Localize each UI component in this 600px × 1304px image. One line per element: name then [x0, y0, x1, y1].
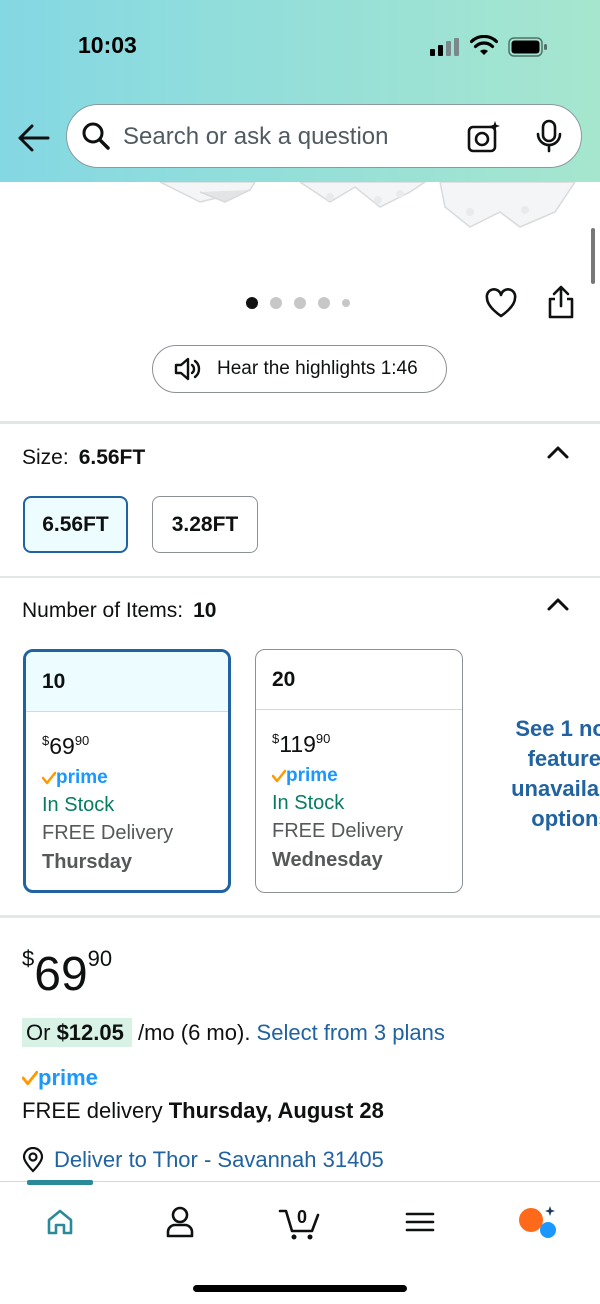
menu-icon [405, 1212, 435, 1232]
prime-badge: prime [22, 1064, 98, 1092]
delivery-info: FREE delivery Thursday, August 28 [22, 1098, 384, 1123]
nav-account[interactable] [158, 1202, 202, 1242]
option-price: $11990 [272, 731, 331, 757]
chevron-up-icon[interactable] [545, 442, 571, 462]
divider [0, 915, 600, 918]
size-label: Size: 6.56FT [22, 446, 146, 469]
stock-status: In Stock [272, 792, 345, 814]
wifi-icon [470, 35, 498, 55]
battery-icon [508, 37, 547, 57]
chevron-up-icon[interactable] [545, 594, 571, 614]
delivery-date: Thursday, August 28 [168, 1098, 384, 1123]
nav-rufus[interactable] [516, 1202, 560, 1242]
pagination-dot[interactable] [246, 297, 258, 309]
items-option-10[interactable]: 10 $6990 prime In Stock FREE Delivery Th… [23, 649, 231, 893]
delivery-info: FREE Delivery [272, 820, 404, 842]
divider [0, 576, 600, 578]
cart-icon: 0 [278, 1207, 320, 1240]
scrollbar[interactable] [591, 228, 595, 284]
microphone-icon[interactable] [535, 119, 563, 153]
option-price: $6990 [42, 733, 90, 759]
deliver-to-link[interactable]: Deliver to Thor - Savannah 31405 [22, 1147, 384, 1173]
rufus-assistant-icon [519, 1206, 556, 1238]
nav-cart[interactable]: 0 [276, 1202, 324, 1242]
installment-plan: Or $12.05 /mo (6 mo). Select from 3 plan… [22, 1018, 445, 1047]
prime-badge: prime [272, 763, 462, 789]
prime-check-icon [22, 1070, 38, 1086]
image-pagination-dots [246, 296, 350, 310]
search-input[interactable] [123, 117, 453, 157]
delivery-day: Wednesday [272, 849, 383, 871]
speaker-icon [174, 357, 201, 381]
delivery-info: FREE Delivery [42, 822, 174, 844]
share-icon[interactable] [546, 284, 576, 320]
search-bar[interactable] [66, 104, 582, 168]
select-plans-link[interactable]: Select from 3 plans [257, 1020, 445, 1045]
nav-home[interactable] [38, 1202, 82, 1242]
camera-search-icon[interactable] [467, 120, 501, 154]
hear-highlights-label: Hear the highlights 1:46 [217, 358, 418, 379]
deliver-to-label: Deliver to Thor - Savannah 31405 [54, 1147, 384, 1172]
cellular-signal-icon [430, 38, 459, 56]
nav-menu[interactable] [398, 1202, 442, 1242]
status-time: 10:03 [78, 32, 137, 58]
cart-count: 0 [297, 1207, 307, 1227]
option-count: 20 [256, 650, 462, 710]
hear-highlights-button[interactable]: Hear the highlights 1:46 [152, 345, 447, 393]
size-selected-value: 6.56FT [78, 446, 146, 469]
prime-badge: prime [42, 765, 228, 791]
size-option-3-28ft[interactable]: 3.28FT [152, 496, 258, 553]
pagination-dot[interactable] [294, 297, 306, 309]
pagination-dot[interactable] [270, 297, 282, 309]
home-indicator [193, 1285, 407, 1292]
location-pin-icon [22, 1147, 44, 1173]
active-tab-indicator [27, 1180, 93, 1185]
search-icon [82, 122, 110, 150]
items-selected-value: 10 [193, 599, 217, 622]
pagination-dot[interactable] [318, 297, 330, 309]
divider [0, 421, 600, 424]
delivery-day: Thursday [42, 851, 133, 873]
header: 10:03 [0, 0, 600, 182]
installment-highlight: Or $12.05 [22, 1018, 132, 1047]
home-icon [47, 1209, 73, 1235]
see-unavailable-options-link[interactable]: See 1 non-featured unavailable options [496, 714, 600, 834]
product-image[interactable] [0, 182, 600, 282]
items-option-20[interactable]: 20 $11990 prime In Stock FREE Delivery W… [255, 649, 463, 893]
back-arrow-icon[interactable] [14, 120, 52, 156]
prime-check-icon [272, 769, 286, 783]
prime-check-icon [42, 771, 56, 785]
pagination-dot[interactable] [342, 299, 350, 307]
number-of-items-label: Number of Items: 10 [22, 599, 217, 622]
heart-icon[interactable] [484, 287, 518, 319]
size-option-6-56ft[interactable]: 6.56FT [23, 496, 128, 553]
option-count: 10 [26, 652, 228, 712]
product-price: $6990 [22, 946, 113, 1001]
user-icon [166, 1206, 194, 1238]
product-page: 10:03 Search or ask a question Hear the … [0, 0, 600, 1304]
stock-status: In Stock [42, 794, 115, 816]
